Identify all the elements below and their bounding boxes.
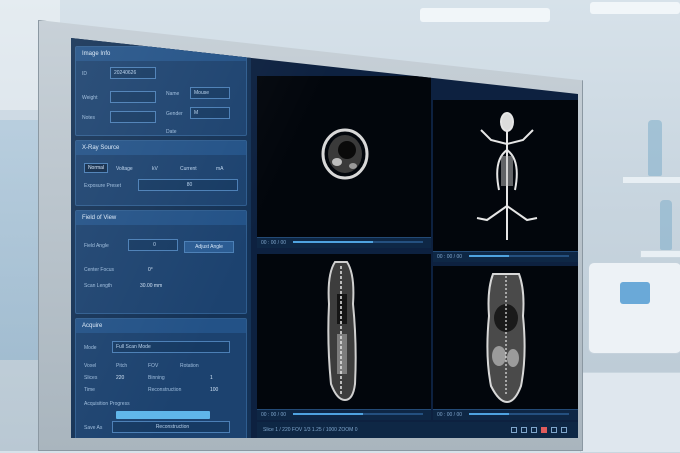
status-text: Slice 1 / 220 FOV 1/3 1.25 / 1000 ZOOM 0 — [263, 427, 358, 433]
mode-option[interactable]: mA — [216, 166, 224, 172]
acq-value: 100 — [210, 387, 219, 393]
sagittal-slice-image — [327, 261, 357, 402]
mode-select[interactable]: Full Scan Mode — [112, 341, 230, 353]
sagittal-viewport[interactable]: 00 : 00 / 00 — [257, 254, 431, 420]
acq-value: Reconstruction — [148, 387, 182, 393]
lab-bottle — [648, 120, 662, 176]
slice-slider-fill — [293, 241, 373, 243]
save-select[interactable]: Reconstruction — [112, 421, 230, 433]
axial-viewport[interactable]: 00 : 00 / 00 — [257, 76, 431, 248]
field-label: ID — [82, 71, 87, 77]
slice-slider-fill — [293, 413, 363, 415]
control-sidebar: Image Info ID 20240626 Name Mouse Gender… — [71, 38, 251, 438]
field-label: Date — [166, 129, 177, 135]
lab-counter — [580, 372, 680, 453]
acq-value: Rotation — [180, 363, 199, 369]
image-info-panel: Image Info ID 20240626 Name Mouse Gender… — [75, 46, 247, 136]
slice-slider-fill — [469, 413, 509, 415]
acq-value: Binning — [148, 375, 165, 381]
field-label: Notes — [82, 115, 96, 121]
lab-device — [588, 262, 680, 354]
field-angle-label: Field Angle — [84, 243, 109, 249]
fov-row-value: 0° — [148, 267, 153, 273]
xray-source-panel: X-Ray Source Normal Voltage kV Current m… — [75, 140, 247, 206]
exposure-label: Exposure Preset — [84, 183, 121, 189]
lab-shelf — [640, 250, 680, 258]
coronal-viewport[interactable]: 00 : 00 / 00 — [433, 266, 578, 420]
lab-bottle — [660, 200, 672, 250]
mode-label: Mode — [84, 345, 97, 351]
adjust-angle-button[interactable]: Adjust Angle — [184, 241, 234, 253]
acq-label: Slices — [84, 375, 98, 381]
fov-row-value: 30.00 mm — [140, 283, 163, 289]
acq-value: FOV — [148, 363, 159, 369]
field-label: Weight — [82, 95, 98, 101]
mode-option[interactable]: kV — [152, 166, 158, 172]
ceiling-light — [420, 8, 550, 22]
fov-row-label: Center Focus — [84, 267, 115, 273]
acq-value: 220 — [116, 375, 125, 381]
mode-normal-button[interactable]: Normal — [84, 163, 108, 173]
id-field[interactable]: 20240626 — [110, 67, 156, 79]
fov-row-label: Scan Length — [84, 283, 113, 289]
measure-tool-icon[interactable] — [531, 427, 537, 433]
slice-slider-fill — [469, 255, 509, 257]
field-angle-stepper[interactable]: 0 — [128, 239, 178, 251]
status-bar: Slice 1 / 220 FOV 1/3 1.25 / 1000 ZOOM 0 — [257, 422, 578, 438]
coronal-slice-image — [486, 273, 526, 404]
field-label: Name — [166, 91, 180, 97]
notes-field[interactable] — [110, 111, 156, 123]
field-label: Gender — [166, 111, 183, 117]
axial-slice-image — [321, 128, 369, 180]
lab-device-screen — [620, 282, 650, 304]
zoom-tool-icon[interactable] — [511, 427, 517, 433]
top-viewport[interactable]: 00 : 00 / 00 — [433, 100, 578, 262]
name-field[interactable]: Mouse — [190, 87, 230, 99]
settings-icon[interactable] — [551, 427, 557, 433]
acq-value: Pitch — [116, 363, 128, 369]
progress-label: Acquisition Progress — [84, 401, 130, 407]
pan-tool-icon[interactable] — [521, 427, 527, 433]
lab-shelf — [622, 176, 680, 184]
field-of-view-panel: Field of View Field Angle 0 Adjust Angle… — [75, 210, 247, 314]
mode-option[interactable]: Voltage — [116, 166, 133, 172]
weight-field[interactable] — [110, 91, 156, 103]
skeleton-image — [476, 112, 538, 240]
save-label: Save As — [84, 425, 103, 431]
panel-title: X-Ray Source — [76, 141, 246, 155]
acq-label: Voxel — [84, 363, 97, 369]
fullscreen-icon[interactable] — [561, 427, 567, 433]
panel-title: Field of View — [76, 211, 246, 225]
acquisition-progress-bar — [116, 411, 210, 419]
ceiling-light — [590, 2, 680, 14]
panel-title: Acquire — [76, 319, 246, 333]
acq-value: 1 — [210, 375, 213, 381]
record-icon[interactable] — [541, 427, 547, 433]
acquire-panel: Acquire Mode Full Scan Mode Voxel Pitch … — [75, 318, 247, 438]
acq-label: Time — [84, 387, 95, 393]
gender-field[interactable]: M — [190, 107, 230, 119]
ct-scanner-app: Image Info ID 20240626 Name Mouse Gender… — [71, 38, 578, 438]
exposure-field[interactable]: 80 — [138, 179, 238, 191]
mode-option[interactable]: Current — [180, 166, 197, 172]
